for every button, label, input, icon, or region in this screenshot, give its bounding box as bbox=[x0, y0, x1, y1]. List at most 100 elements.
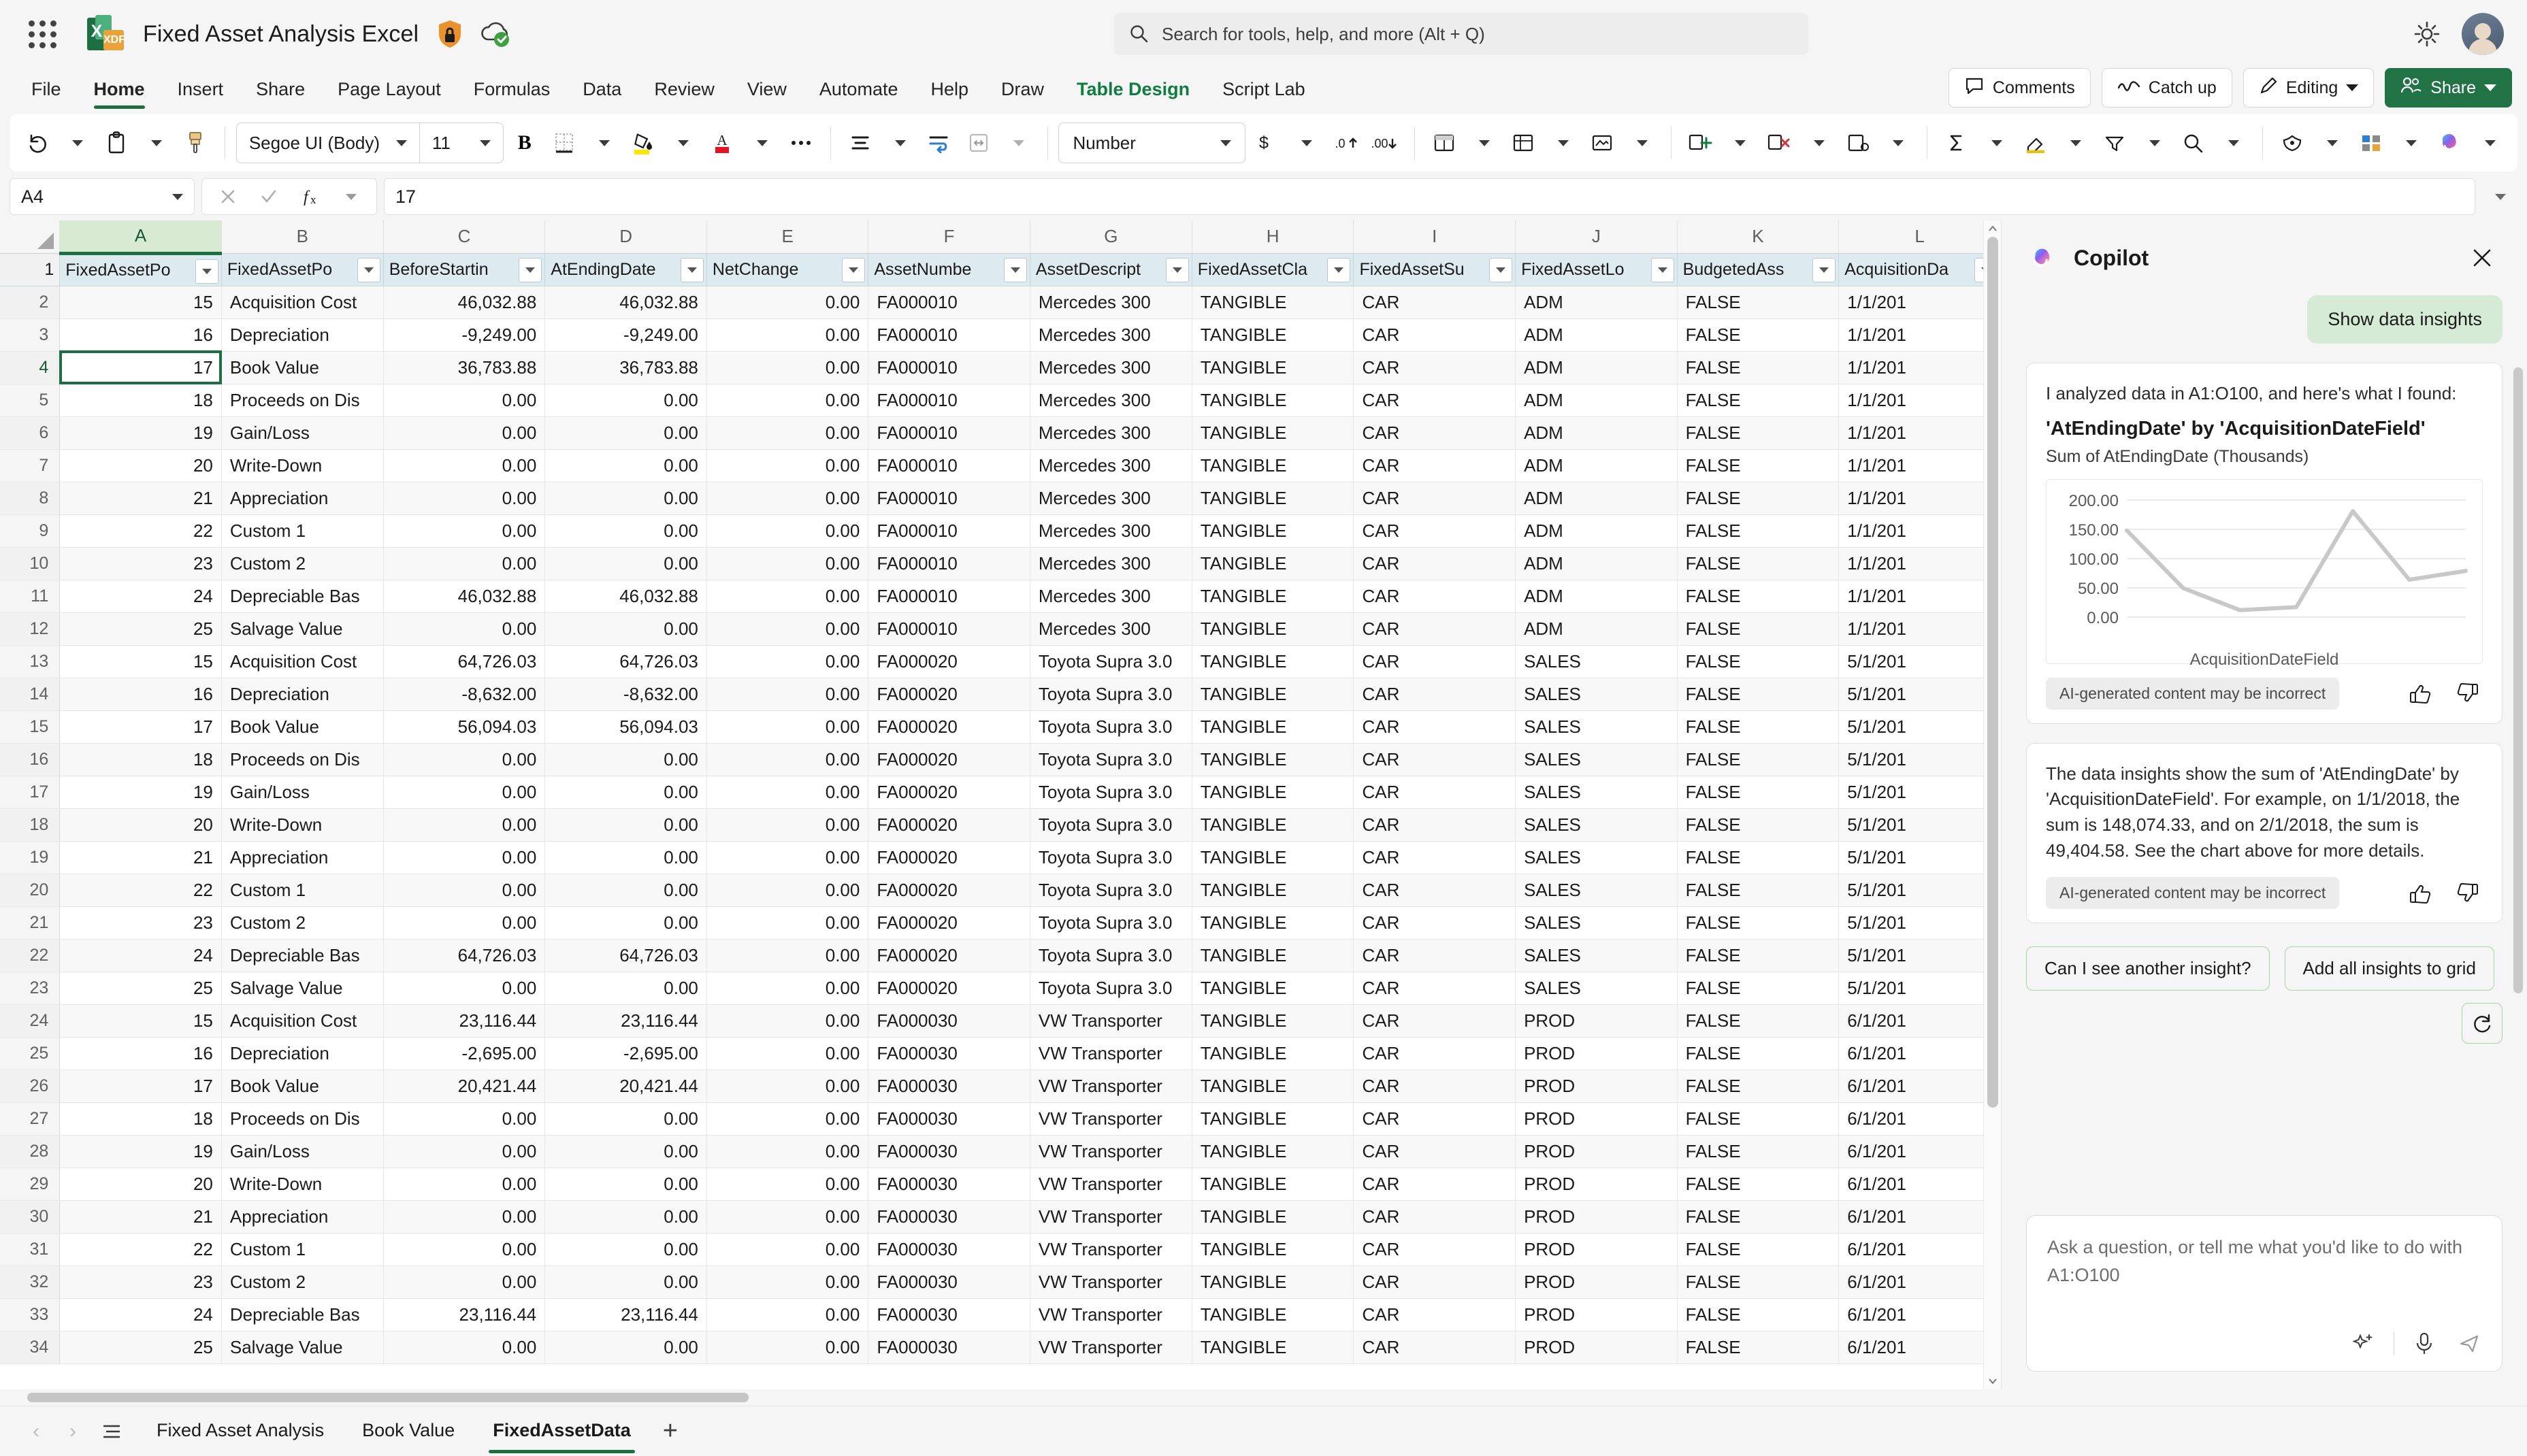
find-select-button[interactable] bbox=[2175, 122, 2212, 164]
find-select-dropdown[interactable] bbox=[2215, 122, 2251, 164]
cell-F17[interactable]: FA000020 bbox=[868, 776, 1030, 808]
row-header-10[interactable]: 10 bbox=[0, 547, 60, 580]
table-row[interactable]: 2920Write-Down0.000.000.00FA000030VW Tra… bbox=[0, 1168, 2001, 1200]
next-sheet-arrow-icon[interactable]: › bbox=[56, 1414, 90, 1449]
cell-A21[interactable]: 23 bbox=[60, 906, 222, 939]
formula-bar-expand-icon[interactable] bbox=[2482, 178, 2517, 215]
horizontal-scroll-thumb[interactable] bbox=[27, 1393, 749, 1402]
cell-G26[interactable]: VW Transporter bbox=[1030, 1070, 1192, 1102]
cell-J12[interactable]: ADM bbox=[1516, 612, 1678, 645]
cell-B3[interactable]: Depreciation bbox=[221, 318, 383, 351]
column-header-e[interactable]: E bbox=[706, 220, 868, 253]
cell-A13[interactable]: 15 bbox=[60, 645, 222, 678]
cell-L4[interactable]: 1/1/201 bbox=[1839, 351, 2001, 384]
vertical-scrollbar[interactable] bbox=[1983, 220, 2001, 1389]
table-row[interactable]: 1517Book Value56,094.0356,094.030.00FA00… bbox=[0, 710, 2001, 743]
cell-G30[interactable]: VW Transporter bbox=[1030, 1200, 1192, 1233]
cell-K29[interactable]: FALSE bbox=[1677, 1168, 1839, 1200]
filter-dropdown-icon[interactable] bbox=[1004, 258, 1027, 282]
cell-styles-dropdown[interactable] bbox=[1623, 122, 1660, 164]
cell-D4[interactable]: 36,783.88 bbox=[545, 351, 707, 384]
merge-cells-dropdown[interactable] bbox=[1000, 122, 1037, 164]
cell-D27[interactable]: 0.00 bbox=[545, 1102, 707, 1135]
cell-L17[interactable]: 5/1/201 bbox=[1839, 776, 2001, 808]
cell-C30[interactable]: 0.00 bbox=[383, 1200, 545, 1233]
cell-L11[interactable]: 1/1/201 bbox=[1839, 580, 2001, 612]
cell-D22[interactable]: 64,726.03 bbox=[545, 939, 707, 972]
cell-L20[interactable]: 5/1/201 bbox=[1839, 874, 2001, 906]
cell-G33[interactable]: VW Transporter bbox=[1030, 1298, 1192, 1331]
cell-L27[interactable]: 6/1/201 bbox=[1839, 1102, 2001, 1135]
sensitivity-dropdown[interactable] bbox=[2313, 122, 2350, 164]
column-header-a[interactable]: A bbox=[60, 220, 222, 253]
comments-button[interactable]: Comments bbox=[1949, 68, 2091, 107]
cell-L23[interactable]: 5/1/201 bbox=[1839, 972, 2001, 1004]
clear-dropdown[interactable] bbox=[2057, 122, 2093, 164]
cell-I25[interactable]: CAR bbox=[1354, 1037, 1516, 1070]
cell-B26[interactable]: Book Value bbox=[221, 1070, 383, 1102]
decrease-decimal-button[interactable]: .00 bbox=[1367, 122, 1403, 164]
cell-I23[interactable]: CAR bbox=[1354, 972, 1516, 1004]
cell-J25[interactable]: PROD bbox=[1516, 1037, 1678, 1070]
cell-L29[interactable]: 6/1/201 bbox=[1839, 1168, 2001, 1200]
cell-D30[interactable]: 0.00 bbox=[545, 1200, 707, 1233]
cell-L28[interactable]: 6/1/201 bbox=[1839, 1135, 2001, 1168]
ribbon-tab-table-design[interactable]: Table Design bbox=[1060, 72, 1206, 110]
cell-B7[interactable]: Write-Down bbox=[221, 449, 383, 482]
row-header-13[interactable]: 13 bbox=[0, 645, 60, 678]
row-header-32[interactable]: 32 bbox=[0, 1265, 60, 1298]
cell-H23[interactable]: TANGIBLE bbox=[1192, 972, 1354, 1004]
cell-J17[interactable]: SALES bbox=[1516, 776, 1678, 808]
table-row[interactable]: 518Proceeds on Dis0.000.000.00FA000010Me… bbox=[0, 384, 2001, 416]
cell-A5[interactable]: 18 bbox=[60, 384, 222, 416]
cell-J4[interactable]: ADM bbox=[1516, 351, 1678, 384]
filter-dropdown-icon[interactable] bbox=[1651, 258, 1674, 282]
confirm-edit-icon[interactable] bbox=[250, 180, 288, 213]
table-row[interactable]: 3122Custom 10.000.000.00FA000030VW Trans… bbox=[0, 1233, 2001, 1265]
cell-G2[interactable]: Mercedes 300 bbox=[1030, 286, 1192, 318]
cell-D19[interactable]: 0.00 bbox=[545, 841, 707, 874]
cell-E15[interactable]: 0.00 bbox=[706, 710, 868, 743]
cell-E24[interactable]: 0.00 bbox=[706, 1004, 868, 1037]
cell-C16[interactable]: 0.00 bbox=[383, 743, 545, 776]
cell-D23[interactable]: 0.00 bbox=[545, 972, 707, 1004]
cell-H10[interactable]: TANGIBLE bbox=[1192, 547, 1354, 580]
cell-C7[interactable]: 0.00 bbox=[383, 449, 545, 482]
sheet-tab-fixedassetdata[interactable]: FixedAssetData bbox=[475, 1408, 649, 1455]
cell-H33[interactable]: TANGIBLE bbox=[1192, 1298, 1354, 1331]
cell-A9[interactable]: 22 bbox=[60, 514, 222, 547]
cell-B12[interactable]: Salvage Value bbox=[221, 612, 383, 645]
filter-dropdown-icon[interactable] bbox=[842, 258, 865, 282]
cell-I33[interactable]: CAR bbox=[1354, 1298, 1516, 1331]
copilot-input-box[interactable]: Ask a question, or tell me what you'd li… bbox=[2026, 1215, 2502, 1372]
cell-L32[interactable]: 6/1/201 bbox=[1839, 1265, 2001, 1298]
cell-B5[interactable]: Proceeds on Dis bbox=[221, 384, 383, 416]
addins-dropdown[interactable] bbox=[2392, 122, 2429, 164]
cell-L9[interactable]: 1/1/201 bbox=[1839, 514, 2001, 547]
cell-E32[interactable]: 0.00 bbox=[706, 1265, 868, 1298]
cell-G19[interactable]: Toyota Supra 3.0 bbox=[1030, 841, 1192, 874]
row-header-5[interactable]: 5 bbox=[0, 384, 60, 416]
cell-G20[interactable]: Toyota Supra 3.0 bbox=[1030, 874, 1192, 906]
table-header-cell[interactable]: FixedAssetCla bbox=[1192, 253, 1354, 286]
cell-B22[interactable]: Depreciable Bas bbox=[221, 939, 383, 972]
table-header-cell[interactable]: FixedAssetLo bbox=[1516, 253, 1678, 286]
cell-I7[interactable]: CAR bbox=[1354, 449, 1516, 482]
cell-K32[interactable]: FALSE bbox=[1677, 1265, 1839, 1298]
settings-gear-icon[interactable] bbox=[2410, 17, 2444, 51]
cell-A7[interactable]: 20 bbox=[60, 449, 222, 482]
cell-E11[interactable]: 0.00 bbox=[706, 580, 868, 612]
cell-I31[interactable]: CAR bbox=[1354, 1233, 1516, 1265]
cell-J7[interactable]: ADM bbox=[1516, 449, 1678, 482]
row-header-1[interactable]: 1 bbox=[0, 253, 60, 286]
cell-C5[interactable]: 0.00 bbox=[383, 384, 545, 416]
cell-L22[interactable]: 5/1/201 bbox=[1839, 939, 2001, 972]
cell-I6[interactable]: CAR bbox=[1354, 416, 1516, 449]
cell-I26[interactable]: CAR bbox=[1354, 1070, 1516, 1102]
cell-G21[interactable]: Toyota Supra 3.0 bbox=[1030, 906, 1192, 939]
cell-D9[interactable]: 0.00 bbox=[545, 514, 707, 547]
cell-E26[interactable]: 0.00 bbox=[706, 1070, 868, 1102]
column-header-c[interactable]: C bbox=[383, 220, 545, 253]
cell-E17[interactable]: 0.00 bbox=[706, 776, 868, 808]
copilot-conversation[interactable]: Show data insights I analyzed data in A1… bbox=[2002, 286, 2527, 1208]
